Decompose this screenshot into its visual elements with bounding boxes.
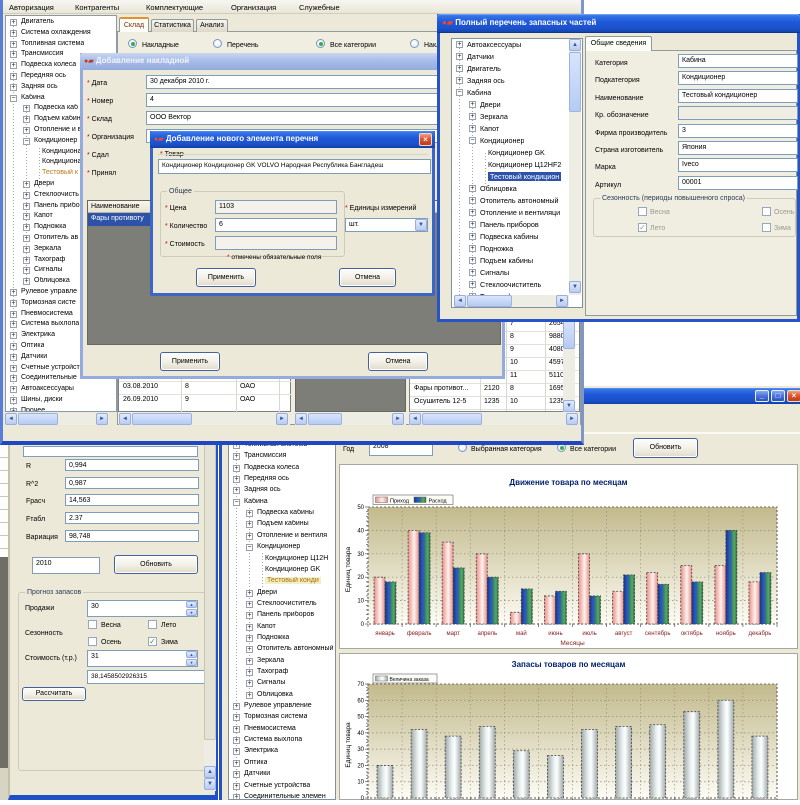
svg-text:20: 20 bbox=[357, 575, 364, 581]
svg-text:декабрь: декабрь bbox=[749, 631, 772, 637]
svg-text:Единиц товара: Единиц товара bbox=[345, 722, 352, 768]
svg-text:июнь: июнь bbox=[548, 631, 562, 637]
svg-text:апрель: апрель bbox=[477, 631, 497, 637]
svg-text:Приход: Приход bbox=[390, 499, 410, 505]
svg-text:40: 40 bbox=[357, 528, 364, 534]
svg-text:20: 20 bbox=[357, 763, 364, 769]
svg-text:сентябрь: сентябрь bbox=[645, 631, 671, 637]
svg-text:февраль: февраль bbox=[407, 631, 432, 637]
svg-text:ноябрь: ноябрь bbox=[716, 631, 736, 637]
svg-text:50: 50 bbox=[357, 715, 364, 721]
svg-text:Месяцы: Месяцы bbox=[560, 640, 585, 647]
svg-text:август: август bbox=[615, 631, 633, 637]
svg-text:30: 30 bbox=[357, 552, 364, 558]
svg-text:0: 0 bbox=[361, 796, 365, 800]
svg-text:Величина заказа: Величина заказа bbox=[390, 677, 429, 683]
svg-text:Единиц товара: Единиц товара bbox=[345, 546, 352, 592]
svg-text:март: март bbox=[446, 631, 460, 637]
svg-text:октябрь: октябрь bbox=[681, 631, 703, 637]
svg-text:30: 30 bbox=[357, 747, 364, 753]
svg-text:0: 0 bbox=[361, 622, 365, 628]
svg-text:50: 50 bbox=[357, 505, 364, 511]
svg-text:60: 60 bbox=[357, 698, 364, 704]
svg-text:Расход: Расход bbox=[429, 499, 448, 505]
svg-text:10: 10 bbox=[357, 599, 364, 605]
svg-text:10: 10 bbox=[357, 780, 364, 786]
svg-text:май: май bbox=[516, 630, 527, 637]
svg-text:70: 70 bbox=[357, 682, 364, 688]
svg-text:июль: июль bbox=[582, 631, 596, 637]
svg-text:40: 40 bbox=[357, 731, 364, 737]
svg-text:январь: январь bbox=[375, 631, 394, 637]
